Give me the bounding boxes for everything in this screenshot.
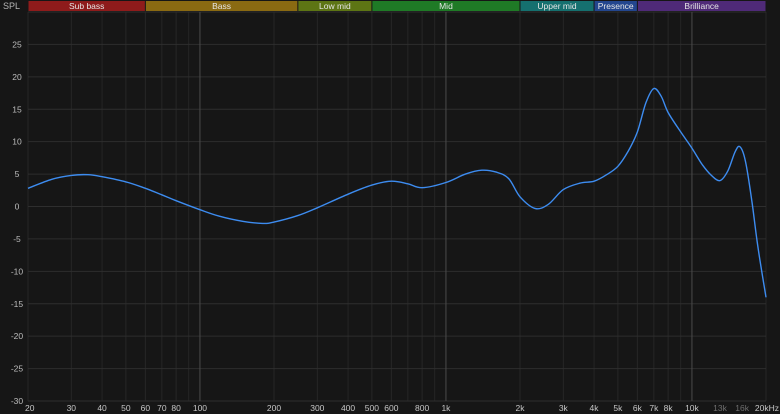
frequency-response-chart: Sub bass Bass Low mid Mid Upper mid Presence B… [0,0,780,414]
x-tick-label: 1k [441,403,451,413]
x-tick-label: 4k [590,403,600,413]
band-label-1: Bass [212,1,231,11]
x-tick-label: 8k [664,403,674,413]
x-tick-label: 400 [341,403,355,413]
y-tick-label: 20 [12,72,22,82]
x-tick-label: 200 [267,403,281,413]
x-tick-label: 5k [613,403,623,413]
x-tick-label: 70 [157,403,167,413]
y-tick-label: -25 [11,364,24,374]
x-tick-label: 7k [649,403,659,413]
x-tick-labels: 20 30 40 50 60 70 80 100 200 300 400 500 600 800 1k 2k 3… [25,403,779,413]
x-tick-label: 10k [685,403,699,413]
x-tick-label: 3k [559,403,569,413]
y-tick-label: 0 [15,202,20,212]
x-tick-label: 20 [25,403,35,413]
x-tick-label: 50 [121,403,131,413]
y-tick-label: -5 [13,234,21,244]
x-tick-label: 100 [193,403,207,413]
x-tick-label: 300 [310,403,324,413]
x-tick-label: 80 [171,403,181,413]
band-label-3: Mid [439,1,453,11]
band-label-5: Presence [598,1,634,11]
x-tick-label: 600 [384,403,398,413]
y-tick-label: 5 [15,169,20,179]
band-label-4: Upper mid [537,1,576,11]
y-tick-label: -20 [11,331,24,341]
x-tick-label: 20kHz [755,403,779,413]
y-tick-label: 15 [12,104,22,114]
x-tick-label: 16k [735,403,749,413]
y-tick-labels: 25 20 15 10 5 0 -5 -10 -15 -20 -25 -30 [11,39,24,406]
band-label-2: Low mid [319,1,351,11]
x-tick-label: 40 [97,403,107,413]
x-tick-label: 30 [67,403,77,413]
y-tick-label: 25 [12,39,22,49]
y-axis-label: SPL [3,1,20,11]
band-label-6: Brilliance [684,1,719,11]
x-tick-label: 13k [713,403,727,413]
x-tick-label: 500 [365,403,379,413]
y-tick-label: -10 [11,266,24,276]
y-tick-label: -15 [11,299,24,309]
y-tick-label: -30 [11,396,24,406]
frequency-bands: Sub bass Bass Low mid Mid Upper mid Presence B… [28,1,766,11]
y-tick-label: 10 [12,137,22,147]
band-label-0: Sub bass [69,1,104,11]
x-tick-label: 6k [633,403,643,413]
x-tick-label: 2k [516,403,526,413]
x-tick-label: 60 [141,403,151,413]
x-tick-label: 800 [415,403,429,413]
chart-svg: Sub bass Bass Low mid Mid Upper mid Presence B… [3,1,779,413]
